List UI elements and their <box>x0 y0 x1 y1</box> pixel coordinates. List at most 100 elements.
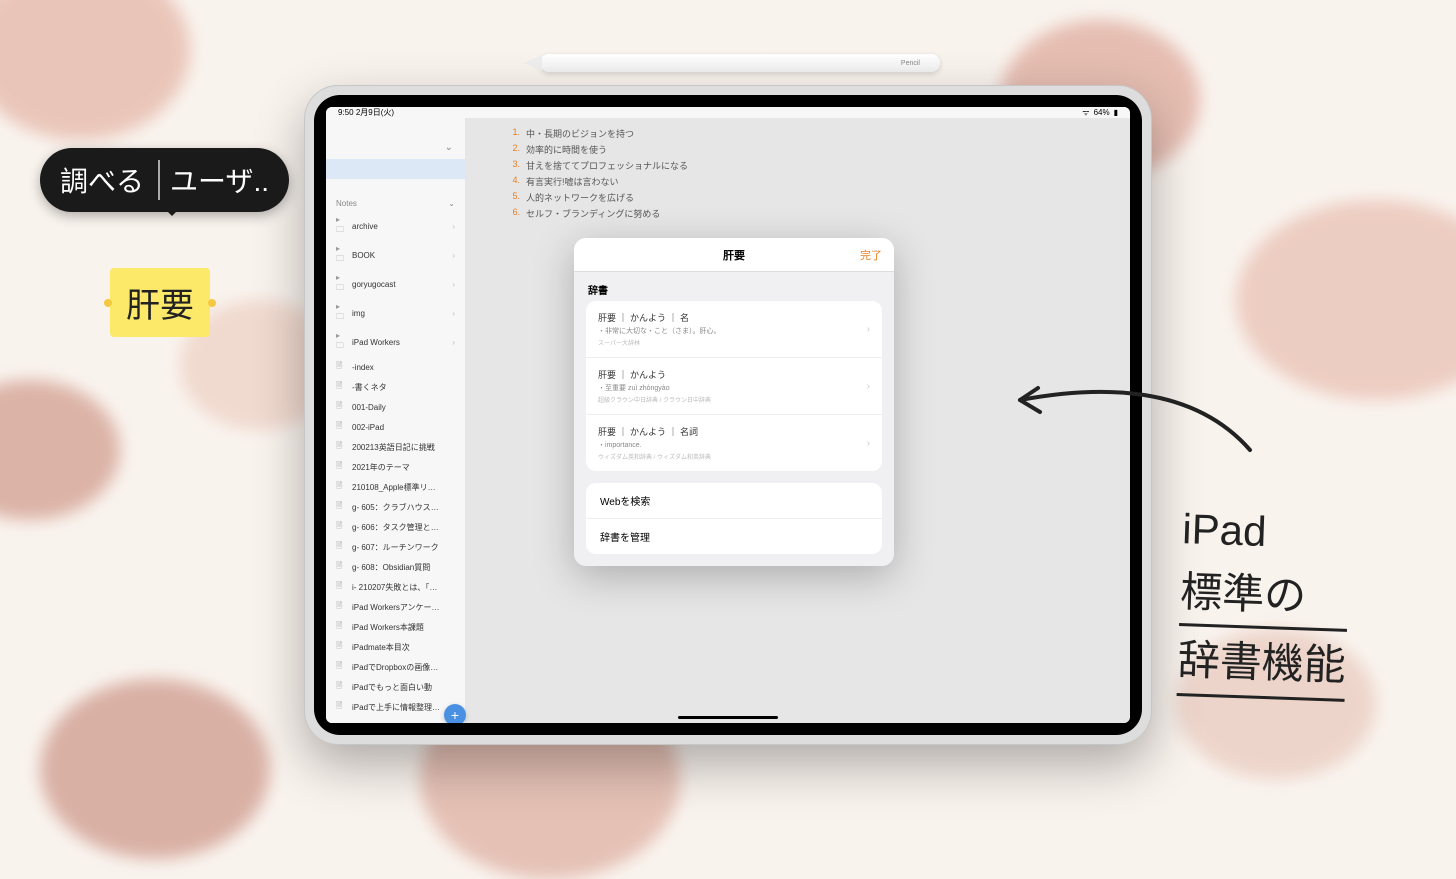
sidebar-file[interactable]: 🗎 iPadmate本目次 <box>326 637 465 657</box>
file-label: iPadmate本目次 <box>352 642 410 653</box>
list-item: 4.有言実行!嘘は言わない <box>506 175 1090 188</box>
chevron-right-icon: › <box>867 381 870 392</box>
sidebar: ⌄ Notes ⌄ ▸ 🗀archive›▸ 🗀BOOK›▸ 🗀goryugoc… <box>326 118 466 723</box>
dictionary-popup: 肝要 完了 辞書 肝要 ｜ かんよう ｜ 名・非常に大切な・こと（さま）。肝心。… <box>574 238 894 566</box>
file-label: 001-Daily <box>352 403 386 412</box>
dictionary-entry[interactable]: 肝要 ｜ かんよう・至重要 zuì zhòngyào超級クラウン中日辞典 / ク… <box>586 358 882 415</box>
file-icon: 🗎 <box>336 360 346 374</box>
folder-icon: ▸ 🗀 <box>336 273 346 296</box>
chevron-right-icon: › <box>867 438 870 449</box>
folder-icon: ▸ 🗀 <box>336 331 346 354</box>
sidebar-file[interactable]: 🗎 i- 210207失敗とは、「結… <box>326 577 465 597</box>
file-icon: 🗎 <box>336 520 346 534</box>
file-label: g- 607：ルーチンワーク <box>352 542 439 553</box>
dictionary-entry[interactable]: 肝要 ｜ かんよう ｜ 名詞・importance.ウィズダム英和辞典 / ウィ… <box>586 415 882 471</box>
file-label: 002-iPad <box>352 423 384 432</box>
folder-icon: ▸ 🗀 <box>336 302 346 325</box>
file-label: g- 606：タスク管理と図形… <box>352 522 442 533</box>
add-button[interactable]: + <box>444 704 466 723</box>
file-icon: 🗎 <box>336 460 346 474</box>
lookup-menu-item: 調べる <box>60 160 144 200</box>
list-item: 6.セルフ・ブランディングに努める <box>506 207 1090 220</box>
sidebar-file[interactable]: 🗎210108_Apple標準リマイ… <box>326 477 465 497</box>
file-icon: 🗎 <box>336 500 346 514</box>
file-label: i- 210207失敗とは、「結… <box>352 582 442 593</box>
handwritten-note: iPad 標準の 辞書機能 <box>1177 497 1352 702</box>
sidebar-file[interactable]: 🗎iPad Workersアンケート… <box>326 597 465 617</box>
chevron-right-icon: › <box>452 338 455 347</box>
popup-title: 肝要 <box>723 247 745 263</box>
battery-percent: 64% <box>1094 108 1110 117</box>
folder-label: img <box>352 309 365 318</box>
folder-label: goryugocast <box>352 280 396 289</box>
sidebar-file[interactable]: 🗎iPadでDropboxの画像読み… <box>326 657 465 677</box>
sidebar-file[interactable]: 🗎 g- 605：クラブハウスをし… <box>326 497 465 517</box>
file-icon: 🗎 <box>336 620 346 634</box>
list-item: 5.人的ネットワークを広げる <box>506 191 1090 204</box>
file-label: 200213英語日記に挑戦 <box>352 442 435 453</box>
status-time: 9:50 <box>338 108 354 117</box>
chevron-down-icon: ⌄ <box>448 199 455 208</box>
file-icon: 🗎 <box>336 380 346 394</box>
list-item: 1.中・長期のビジョンを持つ <box>506 127 1090 140</box>
file-icon: 🗎 <box>336 580 346 594</box>
file-label: g- 608：Obsidian質問 <box>352 562 430 573</box>
folder-icon: ▸ 🗀 <box>336 215 346 238</box>
apple-pencil: Pencil <box>540 54 940 72</box>
sidebar-folder[interactable]: ▸ 🗀 iPad Workers › <box>326 328 465 357</box>
user-menu-item: ユーザ.. <box>158 160 269 200</box>
sidebar-file[interactable]: 🗎 001-Daily <box>326 397 465 417</box>
list-item: 3.甘えを捨ててプロフェッショナルになる <box>506 159 1090 172</box>
sidebar-file[interactable]: 🗎 2021年のテーマ <box>326 457 465 477</box>
sidebar-folder[interactable]: ▸ 🗀 goryugocast › <box>326 270 465 299</box>
dict-section-label: 辞書 <box>574 272 894 301</box>
context-menu-annotation: 調べる ユーザ.. <box>40 148 289 212</box>
sidebar-folder[interactable]: ▸ 🗀BOOK› <box>326 241 465 270</box>
file-icon: 🗎 <box>336 400 346 414</box>
file-icon: 🗎 <box>336 540 346 554</box>
file-icon: 🗎 <box>336 440 346 454</box>
sidebar-selected-row[interactable] <box>326 159 465 179</box>
file-label: 2021年のテーマ <box>352 462 410 473</box>
sidebar-file[interactable]: 🗎g- 608：Obsidian質問 <box>326 557 465 577</box>
sidebar-folder[interactable]: ▸ 🗀archive› <box>326 212 465 241</box>
battery-icon: ▮ <box>1114 108 1118 117</box>
home-indicator[interactable] <box>678 716 778 719</box>
dictionary-entry[interactable]: 肝要 ｜ かんよう ｜ 名・非常に大切な・こと（さま）。肝心。スーパー大辞林› <box>586 301 882 358</box>
done-button[interactable]: 完了 <box>860 247 882 263</box>
file-icon: 🗎 <box>336 640 346 654</box>
sidebar-file[interactable]: 🗎 -index <box>326 357 465 377</box>
file-label: iPadでもっと面白い動 <box>352 682 432 693</box>
status-date: 2月9日(火) <box>356 108 394 117</box>
sidebar-file[interactable]: 🗎iPad Workers本課題 <box>326 617 465 637</box>
sidebar-file[interactable]: 🗎 g- 607：ルーチンワーク <box>326 537 465 557</box>
chevron-right-icon: › <box>452 280 455 289</box>
highlighted-word: 肝要 <box>110 268 210 337</box>
list-item: 2.効率的に時間を使う <box>506 143 1090 156</box>
file-label: iPad Workersアンケート… <box>352 602 442 613</box>
file-label: g- 605：クラブハウスをし… <box>352 502 442 513</box>
sidebar-file[interactable]: 🗎 200213英語日記に挑戦 <box>326 437 465 457</box>
chevron-right-icon: › <box>867 324 870 335</box>
sidebar-section-notes[interactable]: Notes ⌄ <box>326 195 465 212</box>
file-label: -index <box>352 363 374 372</box>
sidebar-file[interactable]: 🗎 g- 606：タスク管理と図形… <box>326 517 465 537</box>
folder-label: BOOK <box>352 251 375 260</box>
web-search-action[interactable]: Webを検索 <box>586 483 882 519</box>
file-label: -書くネタ <box>352 382 387 393</box>
file-icon: 🗎 <box>336 700 346 714</box>
sidebar-file[interactable]: 🗎 002-iPad <box>326 417 465 437</box>
manage-dict-action[interactable]: 辞書を管理 <box>586 519 882 554</box>
sidebar-file[interactable]: 🗎 iPadでもっと面白い動 <box>326 677 465 697</box>
file-icon: 🗎 <box>336 420 346 434</box>
arrow-annotation <box>1000 350 1260 470</box>
popup-header: 肝要 完了 <box>574 238 894 272</box>
folder-label: iPad Workers <box>352 338 400 347</box>
chevron-down-icon[interactable]: ⌄ <box>445 142 453 153</box>
sidebar-file[interactable]: 🗎 -書くネタ <box>326 377 465 397</box>
sidebar-folder[interactable]: ▸ 🗀img› <box>326 299 465 328</box>
wifi-icon: ᯤ <box>1082 107 1089 118</box>
file-label: iPadでDropboxの画像読み… <box>352 662 442 673</box>
file-icon: 🗎 <box>336 680 346 694</box>
folder-icon: ▸ 🗀 <box>336 244 346 267</box>
